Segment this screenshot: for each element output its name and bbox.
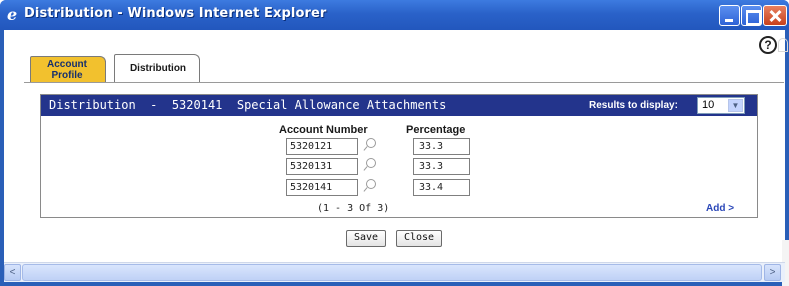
page-content: ? Account Profile Distribution Distribut… bbox=[4, 30, 789, 286]
tab-distribution[interactable]: Distribution bbox=[114, 54, 200, 83]
percentage-input-2[interactable]: 33.3 bbox=[413, 158, 470, 175]
pagination-text: (1 - 3 Of 3) bbox=[317, 203, 390, 214]
browser-window: e Distribution - Windows Internet Explor… bbox=[0, 0, 789, 286]
scrollbar-thumb[interactable] bbox=[22, 264, 762, 281]
distribution-panel: Distribution - 5320141 Special Allowance… bbox=[40, 94, 758, 218]
tab-distribution-label: Distribution bbox=[129, 63, 187, 74]
results-select-value: 10 bbox=[702, 99, 715, 111]
account-number-input-2[interactable]: 5320131 bbox=[286, 158, 358, 175]
percentage-input-1[interactable]: 33.3 bbox=[413, 138, 470, 155]
panel-title: Distribution - 5320141 Special Allowance… bbox=[49, 98, 447, 112]
account-number-header: Account Number bbox=[279, 124, 368, 136]
percentage-input-3[interactable]: 33.4 bbox=[413, 179, 470, 196]
add-link[interactable]: Add > bbox=[706, 203, 734, 214]
search-icon[interactable] bbox=[363, 158, 377, 172]
window-title: Distribution - Windows Internet Explorer bbox=[24, 6, 327, 21]
maximize-button[interactable] bbox=[741, 5, 762, 26]
scroll-left-arrow-icon[interactable]: < bbox=[4, 264, 21, 281]
tab-divider bbox=[24, 82, 784, 83]
panel-header: Distribution - 5320141 Special Allowance… bbox=[41, 95, 757, 116]
tab-account-profile-label: Account Profile bbox=[47, 59, 87, 81]
percentage-header: Percentage bbox=[406, 124, 466, 136]
faded-icon bbox=[778, 38, 788, 52]
title-bar: e Distribution - Windows Internet Explor… bbox=[0, 0, 789, 30]
horizontal-scrollbar[interactable]: < > bbox=[4, 262, 785, 282]
scroll-right-arrow-icon[interactable]: > bbox=[764, 264, 781, 281]
account-number-input-3[interactable]: 5320141 bbox=[286, 179, 358, 196]
results-to-display-label: Results to display: bbox=[589, 100, 678, 111]
results-to-display-select[interactable]: 10 ▼ bbox=[697, 97, 745, 114]
tab-account-profile[interactable]: Account Profile bbox=[30, 56, 106, 82]
minimize-button[interactable] bbox=[719, 5, 740, 26]
help-icon[interactable]: ? bbox=[759, 36, 777, 54]
search-icon[interactable] bbox=[363, 138, 377, 152]
internet-explorer-icon: e bbox=[7, 5, 18, 24]
account-number-input-1[interactable]: 5320121 bbox=[286, 138, 358, 155]
save-button[interactable]: Save bbox=[346, 230, 386, 247]
close-window-button[interactable] bbox=[763, 5, 787, 26]
close-button[interactable]: Close bbox=[396, 230, 442, 247]
search-icon[interactable] bbox=[363, 179, 377, 193]
chevron-down-icon[interactable]: ▼ bbox=[728, 99, 743, 112]
